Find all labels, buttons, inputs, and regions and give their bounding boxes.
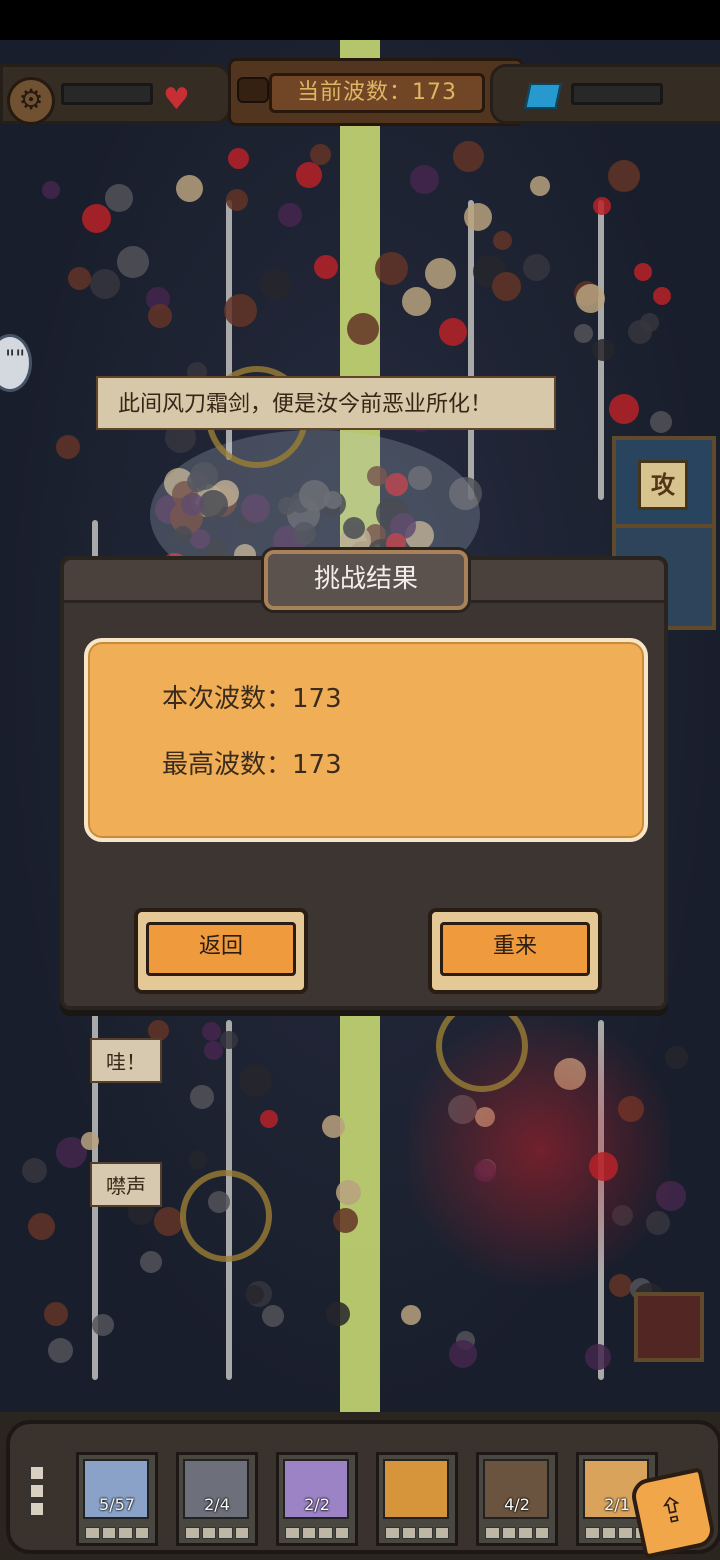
unit-count: 2/2: [304, 1495, 330, 1514]
unit-tags: [385, 1527, 449, 1539]
result-dialog: 挑战结果 本次波数：173 最高波数：173 返回 重来: [60, 550, 668, 1010]
unit-bar: 5/57 2/4 2/2 4/2 2/1: [0, 1412, 720, 1560]
unit-card[interactable]: 2/2: [276, 1452, 358, 1546]
unit-count: 2/4: [204, 1495, 230, 1514]
unit-card[interactable]: 2/4: [176, 1452, 258, 1546]
result-panel: 本次波数：173 最高波数：173: [84, 638, 648, 842]
back-button[interactable]: 返回: [134, 908, 308, 994]
unit-card[interactable]: 5/57: [76, 1452, 158, 1546]
retry-button-label: 重来: [440, 922, 590, 976]
best-wave-stat: 最高波数：173: [162, 750, 342, 780]
unit-card[interactable]: [376, 1452, 458, 1546]
unit-type-legend: [30, 1462, 52, 1518]
retry-button[interactable]: 重来: [428, 908, 602, 994]
unit-tags: [285, 1527, 349, 1539]
dialog-title: 挑战结果: [264, 550, 468, 610]
unit-bar-frame: 5/57 2/4 2/2 4/2 2/1: [6, 1420, 720, 1554]
unit-count: 4/2: [504, 1495, 530, 1514]
back-button-label: 返回: [146, 922, 296, 976]
share-icon[interactable]: ⇪: [628, 1467, 718, 1559]
unit-count: 5/57: [99, 1495, 135, 1514]
unit-tags: [485, 1527, 549, 1539]
unit-card[interactable]: 4/2: [476, 1452, 558, 1546]
current-wave-stat: 本次波数：173: [162, 684, 342, 714]
unit-tags: [185, 1527, 249, 1539]
unit-portrait: [383, 1459, 449, 1519]
unit-tags: [85, 1527, 149, 1539]
